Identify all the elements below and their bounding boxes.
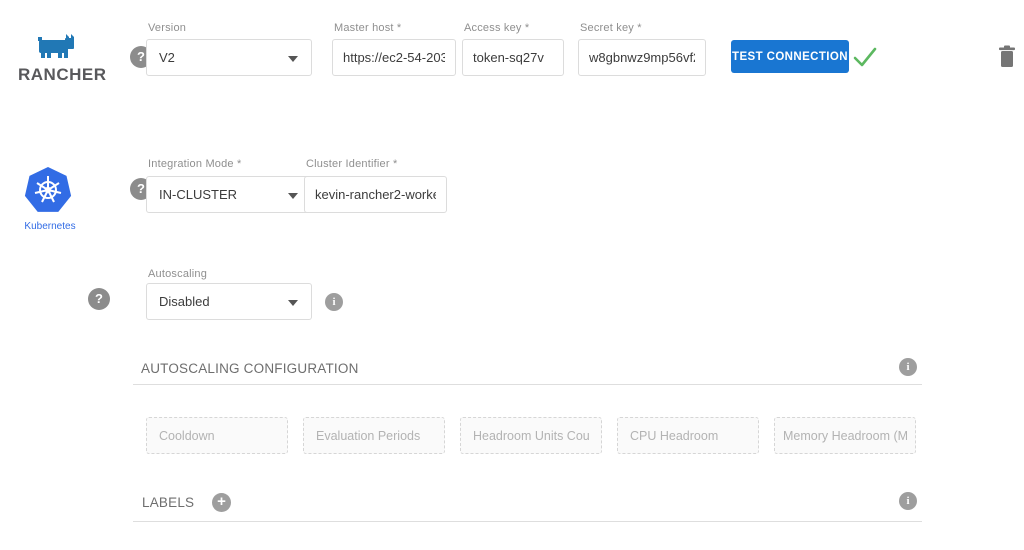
add-label-button[interactable]: + [212, 493, 231, 512]
test-connection-button[interactable]: TEST CONNECTION [731, 40, 849, 73]
autoscaling-configuration-title: AUTOSCALING CONFIGURATION [141, 361, 359, 376]
kubernetes-logo-text: Kubernetes [20, 221, 80, 232]
integration-settings-page: { "icons": { "help": "?", "info": "i", "… [0, 0, 1024, 550]
integration-mode-dropdown[interactable]: IN-CLUSTER [146, 176, 312, 213]
kubernetes-helm-icon [22, 166, 74, 216]
cluster-identifier-input[interactable] [304, 176, 447, 213]
success-check-icon [852, 46, 878, 68]
delete-trash-icon[interactable] [998, 45, 1016, 68]
master-host-input[interactable] [332, 39, 456, 76]
autoscaling-help-icon[interactable]: ? [88, 288, 110, 310]
labels-title: LABELS [142, 495, 194, 510]
cooldown-input [146, 417, 288, 454]
chevron-down-icon [288, 193, 298, 199]
rancher-logo: RANCHER [18, 33, 110, 85]
autoscaling-value: Disabled [159, 294, 210, 309]
autoscaling-label: Autoscaling [148, 268, 207, 280]
integration-mode-value: IN-CLUSTER [159, 187, 237, 202]
labels-info-icon[interactable]: i [899, 492, 917, 510]
chevron-down-icon [288, 300, 298, 306]
kubernetes-logo: Kubernetes [20, 166, 80, 232]
version-value: V2 [159, 50, 175, 65]
autoscaling-dropdown[interactable]: Disabled [146, 283, 312, 320]
evaluation-periods-input [303, 417, 445, 454]
section-divider [133, 521, 922, 522]
version-label: Version [148, 22, 186, 34]
cluster-identifier-label: Cluster Identifier * [306, 158, 397, 170]
integration-mode-label: Integration Mode * [148, 158, 242, 170]
access-key-input[interactable] [462, 39, 564, 76]
autoscaling-info-icon[interactable]: i [325, 293, 343, 311]
chevron-down-icon [288, 56, 298, 62]
version-dropdown[interactable]: V2 [146, 39, 312, 76]
cpu-headroom-input [617, 417, 759, 454]
section-divider [133, 384, 922, 385]
secret-key-input[interactable] [578, 39, 706, 76]
master-host-label: Master host * [334, 22, 401, 34]
headroom-units-count-input [460, 417, 602, 454]
rancher-logo-text: RANCHER [18, 65, 110, 85]
access-key-label: Access key * [464, 22, 529, 34]
autoscaling-configuration-info-icon[interactable]: i [899, 358, 917, 376]
secret-key-label: Secret key * [580, 22, 642, 34]
rancher-bull-icon [38, 33, 76, 60]
memory-headroom-input [774, 417, 916, 454]
